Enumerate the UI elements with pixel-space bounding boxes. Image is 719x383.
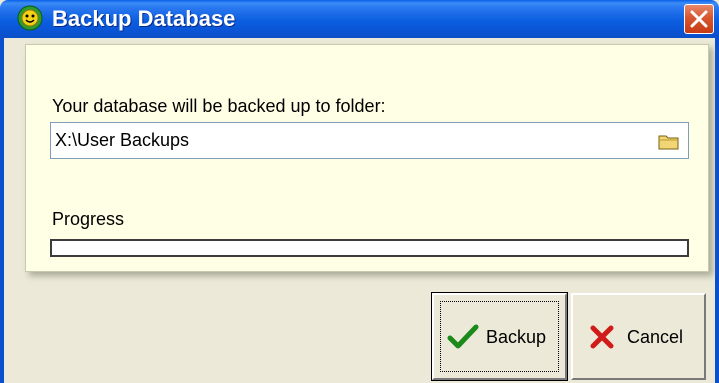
window-frame-left <box>0 38 4 383</box>
browse-folder-button[interactable] <box>657 130 681 152</box>
cancel-button[interactable]: Cancel <box>571 293 706 380</box>
close-button[interactable] <box>684 4 714 34</box>
folder-label: Your database will be backed up to folde… <box>52 96 386 116</box>
backup-button[interactable]: Backup <box>431 292 568 381</box>
folder-icon <box>658 135 679 150</box>
window-title: Backup Database <box>52 6 236 31</box>
progress-bar <box>50 239 689 257</box>
x-icon <box>589 324 615 355</box>
title-bar[interactable]: Backup Database <box>0 0 719 38</box>
folder-path-value: X:\User Backups <box>55 130 190 150</box>
window-frame-right <box>715 38 719 383</box>
close-icon <box>690 10 708 28</box>
backup-panel: Your database will be backed up to folde… <box>25 44 709 272</box>
app-icon <box>17 5 43 31</box>
folder-path-input[interactable]: X:\User Backups <box>50 122 689 159</box>
checkmark-icon <box>447 324 479 355</box>
progress-label: Progress <box>52 209 125 229</box>
cancel-button-label: Cancel <box>627 327 684 347</box>
backup-button-label: Backup <box>486 327 547 347</box>
backup-database-dialog: Backup Database Your database will be ba… <box>0 0 719 383</box>
